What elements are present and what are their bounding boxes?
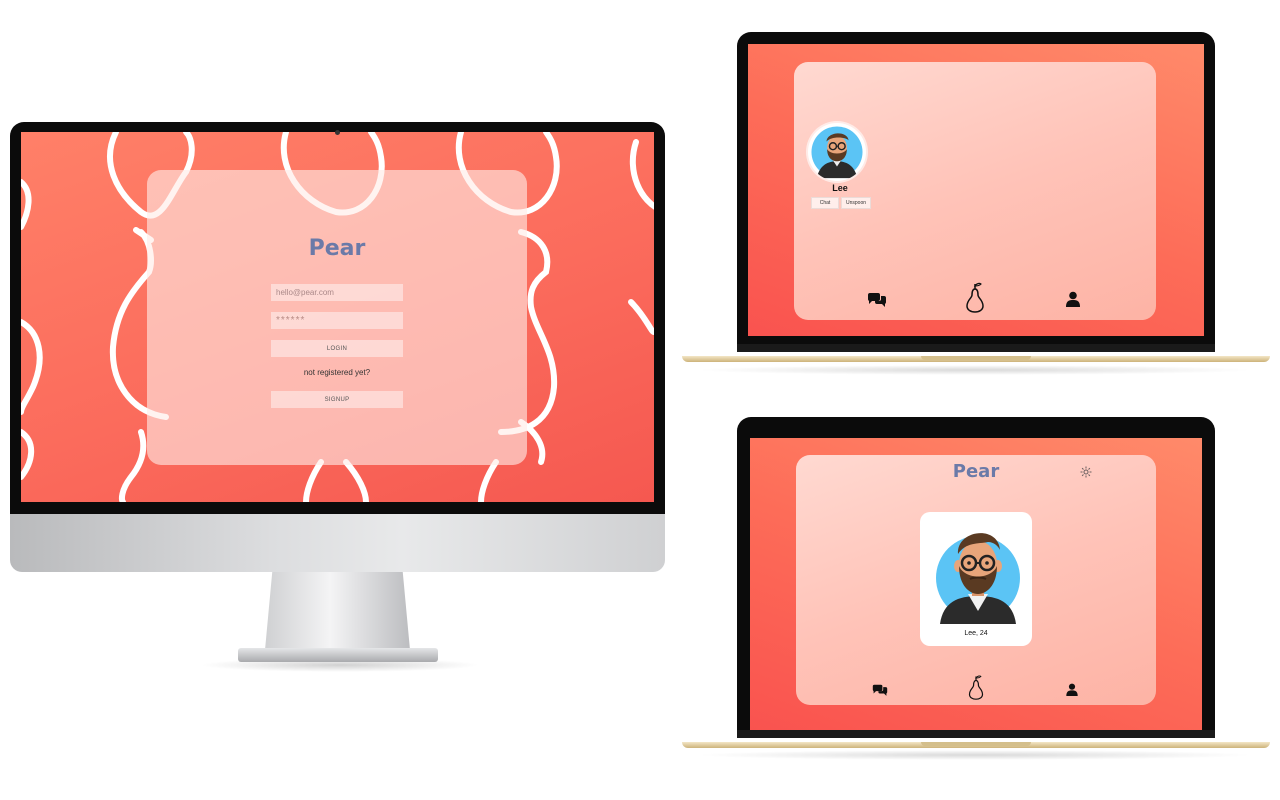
imac-stand-foot <box>238 648 438 662</box>
laptop-top-notch <box>921 356 1031 360</box>
profile-avatar <box>928 516 1028 624</box>
match-name: Lee <box>832 183 848 193</box>
chat-button[interactable]: Chat <box>811 197 839 209</box>
laptop-bottom-hinge <box>737 730 1215 738</box>
profile-caption: Lee, 24 <box>964 630 988 637</box>
imac-chin <box>10 514 665 572</box>
laptop-top-shadow <box>695 365 1255 375</box>
imac-stand-neck <box>265 572 410 650</box>
laptop-bottom-notch <box>921 742 1031 746</box>
email-placeholder: hello@pear.com <box>276 288 334 297</box>
not-registered-text: not registered yet? <box>303 368 371 377</box>
user-icon[interactable] <box>1065 682 1079 696</box>
password-masked-value: ****** <box>276 315 306 326</box>
login-button[interactable]: LOGIN <box>271 340 403 357</box>
login-app-title: Pear <box>308 236 366 261</box>
home-app-title: Pear <box>952 461 1000 482</box>
email-field[interactable]: hello@pear.com <box>271 284 403 301</box>
avatar-illustration-small <box>811 126 863 179</box>
avatar-illustration-large <box>936 533 1020 624</box>
laptop-bottom-shadow <box>695 750 1255 760</box>
laptop-top-hinge <box>737 344 1215 352</box>
gear-icon[interactable] <box>1080 465 1092 478</box>
imac-camera <box>335 130 340 135</box>
user-icon[interactable] <box>1064 290 1082 308</box>
match-avatar[interactable] <box>808 123 866 181</box>
password-field[interactable]: ****** <box>271 312 403 329</box>
unspoon-button[interactable]: Unspoon <box>841 197 871 209</box>
chat-bubbles-icon[interactable] <box>866 290 888 308</box>
signup-button[interactable]: SIGNUP <box>271 391 403 408</box>
chat-bubbles-icon[interactable] <box>871 682 889 696</box>
pear-icon[interactable] <box>963 281 987 313</box>
pear-icon[interactable] <box>966 674 986 700</box>
